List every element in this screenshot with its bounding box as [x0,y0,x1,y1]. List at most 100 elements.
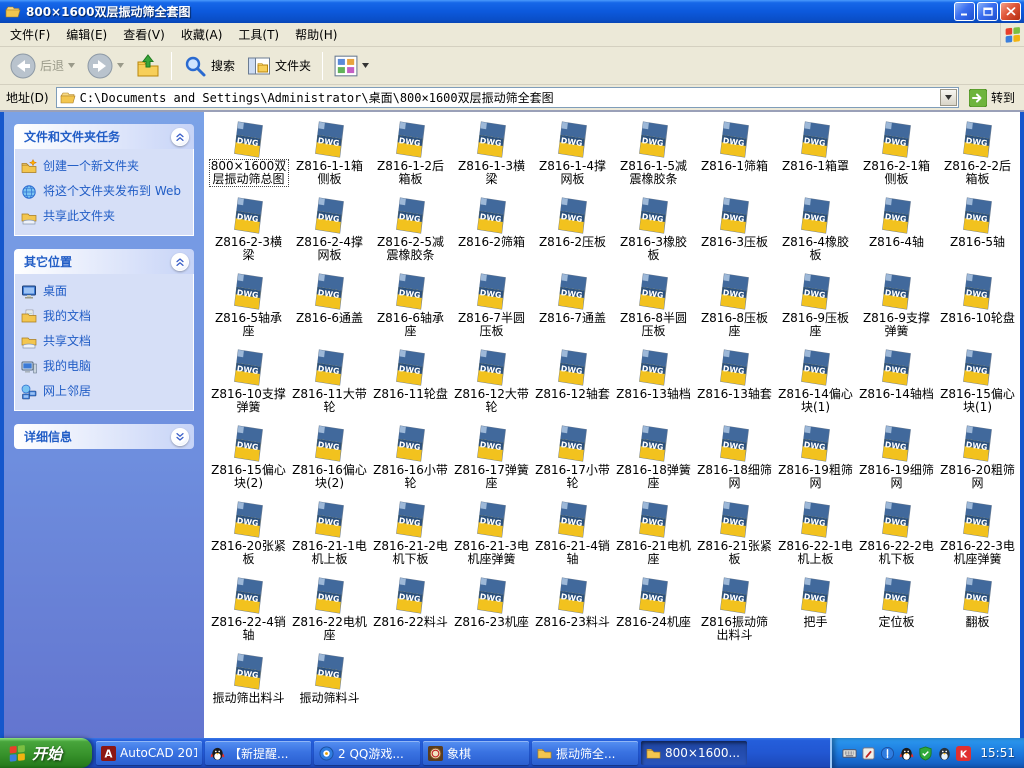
file-item[interactable]: DWG Z816-7半圆压板 [451,269,532,345]
task-link[interactable]: 我的文档 [21,309,187,325]
file-item[interactable]: DWG Z816-20张紧板 [208,497,289,573]
file-item[interactable]: DWG Z816-11轮盘 [370,345,451,421]
file-item[interactable]: DWG Z816-21-2电机下板 [370,497,451,573]
file-item[interactable]: DWG Z816-2压板 [532,193,613,269]
file-item[interactable]: DWG Z816-3橡胶板 [613,193,694,269]
start-button[interactable]: 开始 [0,738,92,768]
file-item[interactable]: DWG Z816-10轮盘 [937,269,1018,345]
file-item[interactable]: DWG Z816-1-1箱侧板 [289,117,370,193]
file-item[interactable]: DWG Z816-1-2后箱板 [370,117,451,193]
address-dropdown-button[interactable] [939,89,957,106]
kmplayer-icon[interactable]: K [956,745,972,761]
file-item[interactable]: DWG Z816-22-4销轴 [208,573,289,649]
file-item[interactable]: DWG Z816-21电机座 [613,497,694,573]
folders-button[interactable]: 文件夹 [243,51,315,81]
file-item[interactable]: DWG Z816-8半圆压板 [613,269,694,345]
taskbar-task-5[interactable]: 800×1600... [641,741,747,765]
file-item[interactable]: DWG Z816-22料斗 [370,573,451,649]
file-item[interactable]: DWG Z816-7通盖 [532,269,613,345]
file-item[interactable]: DWG 翻板 [937,573,1018,649]
file-item[interactable]: DWG Z816-20粗筛网 [937,421,1018,497]
task-link[interactable]: 我的电脑 [21,359,187,375]
file-item[interactable]: DWG Z816-1-4撑网板 [532,117,613,193]
address-input[interactable]: C:\Documents and Settings\Administrator\… [55,87,959,108]
file-item[interactable]: DWG Z816-19粗筛网 [775,421,856,497]
file-item[interactable]: DWG Z816-23机座 [451,573,532,649]
back-dropdown-icon[interactable] [68,63,76,68]
task-link[interactable]: 共享此文件夹 [21,209,187,225]
file-item[interactable]: DWG Z816-21-4销轴 [532,497,613,573]
minimize-button[interactable] [954,2,975,21]
file-item[interactable]: DWG Z816-2-2后箱板 [937,117,1018,193]
menu-item-1[interactable]: 编辑(E) [58,22,115,47]
file-item[interactable]: DWG Z816-2-4撑网板 [289,193,370,269]
task-link[interactable]: 创建一个新文件夹 [21,159,187,175]
chevron-up-icon[interactable] [171,252,189,271]
file-item[interactable]: DWG Z816-1-5减震橡胶条 [613,117,694,193]
views-dropdown-icon[interactable] [362,63,370,68]
file-item[interactable]: DWG Z816-22-1电机上板 [775,497,856,573]
file-item[interactable]: DWG Z816-2-5减震橡胶条 [370,193,451,269]
forward-button[interactable] [83,50,128,82]
file-item[interactable]: DWG Z816-4橡胶板 [775,193,856,269]
file-item[interactable]: DWG Z816-12大带轮 [451,345,532,421]
task-link[interactable]: 桌面 [21,284,187,300]
file-item[interactable]: DWG Z816-5轴承座 [208,269,289,345]
search-button[interactable]: 搜索 [179,51,239,81]
file-item[interactable]: DWG Z816-3压板 [694,193,775,269]
file-item[interactable]: DWG Z816-12轴套 [532,345,613,421]
file-item[interactable]: DWG Z816-22-3电机座弹簧 [937,497,1018,573]
file-item[interactable]: DWG 800×1600双层振动筛总图 [208,117,289,193]
file-item[interactable]: DWG Z816-11大带轮 [289,345,370,421]
taskbar-task-2[interactable]: 2 QQ游戏... [314,741,420,765]
file-item[interactable]: DWG Z816-4轴 [856,193,937,269]
qq-icon[interactable] [899,746,914,761]
file-item[interactable]: DWG Z816-9压板座 [775,269,856,345]
task-panel-header-0[interactable]: 文件和文件夹任务 [14,124,194,149]
views-button[interactable] [330,51,373,81]
file-item[interactable]: DWG Z816-9支撑弹簧 [856,269,937,345]
taskbar-task-0[interactable]: A AutoCAD 2013 [96,741,202,765]
file-item[interactable]: DWG Z816-1筛箱 [694,117,775,193]
up-button[interactable] [132,51,164,81]
menu-item-5[interactable]: 帮助(H) [287,22,345,47]
file-item[interactable]: DWG Z816-13轴档 [613,345,694,421]
file-item[interactable]: DWG Z816-14轴档 [856,345,937,421]
file-item[interactable]: DWG Z816-23料斗 [532,573,613,649]
file-item[interactable]: DWG Z816-24机座 [613,573,694,649]
file-item[interactable]: DWG Z816-15偏心块(1) [937,345,1018,421]
antivirus-icon[interactable] [918,745,933,761]
file-item[interactable]: DWG Z816-15偏心块(2) [208,421,289,497]
qq-icon-2[interactable] [937,746,952,761]
file-item[interactable]: DWG Z816-6通盖 [289,269,370,345]
back-button[interactable]: 后退 [6,50,79,82]
file-item[interactable]: DWG Z816-17小带轮 [532,421,613,497]
task-link[interactable]: 将这个文件夹发布到 Web [21,184,187,200]
file-item[interactable]: DWG 定位板 [856,573,937,649]
file-item[interactable]: DWG Z816-22电机座 [289,573,370,649]
menu-item-2[interactable]: 查看(V) [115,22,173,47]
file-item[interactable]: DWG Z816-18弹簧座 [613,421,694,497]
file-item[interactable]: DWG Z816-16偏心块(2) [289,421,370,497]
file-item[interactable]: DWG 振动筛料斗 [289,649,370,712]
pen-icon[interactable] [861,746,876,761]
file-item[interactable]: DWG Z816-22-2电机下板 [856,497,937,573]
menu-item-4[interactable]: 工具(T) [230,22,287,47]
forward-dropdown-icon[interactable] [117,63,125,68]
file-item[interactable]: DWG Z816-17弹簧座 [451,421,532,497]
file-item[interactable]: DWG Z816-2-3横梁 [208,193,289,269]
go-button[interactable]: 转到 [966,87,1018,109]
file-item[interactable]: DWG Z816-21-3电机座弹簧 [451,497,532,573]
task-link[interactable]: 网上邻居 [21,384,187,400]
task-panel-header-1[interactable]: 其它位置 [14,249,194,274]
address-path[interactable]: C:\Documents and Settings\Administrator\… [80,89,936,106]
taskbar-task-3[interactable]: 象棋 [423,741,529,765]
chevron-down-icon[interactable] [171,427,189,446]
task-link[interactable]: 共享文档 [21,334,187,350]
keyboard-icon[interactable] [842,746,857,761]
file-item[interactable]: DWG Z816-8压板座 [694,269,775,345]
chevron-up-icon[interactable] [171,127,189,146]
file-item[interactable]: DWG Z816-21张紧板 [694,497,775,573]
menu-item-3[interactable]: 收藏(A) [173,22,231,47]
update-icon[interactable] [880,746,895,761]
